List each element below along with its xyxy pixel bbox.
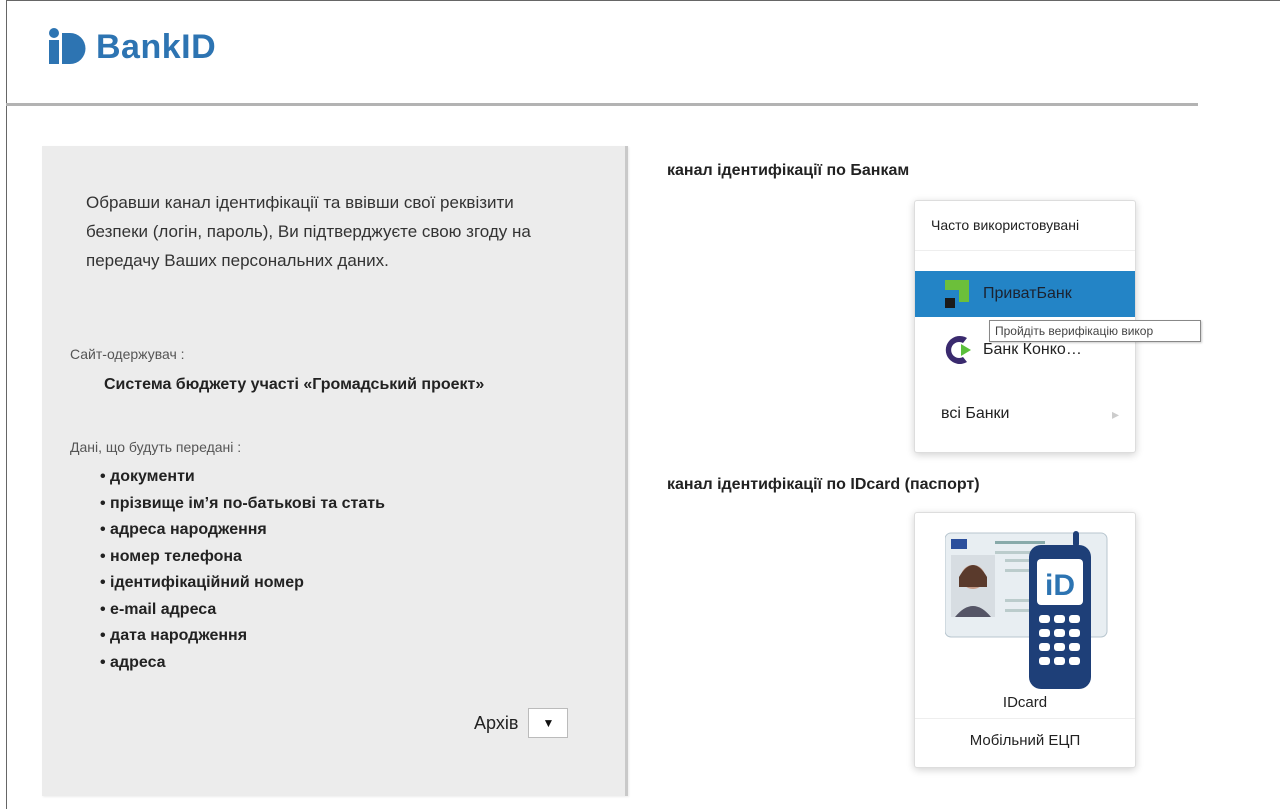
idcard-section-title: канал ідентифікації по IDcard (паспорт) bbox=[667, 476, 980, 493]
bankid-logo[interactable]: BankID bbox=[46, 27, 216, 67]
concord-bank-icon bbox=[945, 336, 971, 364]
idcard-label[interactable]: IDcard bbox=[915, 691, 1135, 719]
archive-dropdown-button[interactable]: ▼ bbox=[528, 708, 569, 738]
data-item-address: адреса bbox=[100, 650, 385, 677]
archive-label: Архів bbox=[474, 712, 519, 733]
idcard-card[interactable]: iD IDcard Мобільний ЕЦП bbox=[914, 512, 1136, 768]
all-banks-item[interactable]: всі Банки ▸ bbox=[915, 391, 1135, 437]
bank-item-privatbank[interactable]: ПриватБанк bbox=[915, 271, 1135, 317]
frequently-used-header: Часто використовувані bbox=[915, 201, 1135, 251]
chevron-right-icon: ▸ bbox=[1111, 405, 1119, 422]
data-item-email: e-mail адреса bbox=[100, 597, 385, 624]
bank-item-label: Банк Конко… bbox=[983, 341, 1082, 358]
logo-text: BankID bbox=[96, 27, 217, 66]
data-item-phone: номер телефона bbox=[100, 544, 385, 571]
data-item-documents: документи bbox=[100, 464, 385, 491]
data-label: Дані, що будуть передані : bbox=[70, 439, 242, 455]
banks-section-title: канал ідентифікації по Банкам bbox=[667, 162, 910, 179]
data-item-birth-date: дата народження bbox=[100, 623, 385, 650]
data-list: документи прізвище ім’я по-батькові та с… bbox=[100, 464, 385, 676]
consent-panel: Обравши канал ідентифікації та ввівши св… bbox=[42, 146, 628, 796]
privatbank-icon bbox=[945, 280, 969, 308]
idcard-phone-illustration: iD bbox=[945, 531, 1108, 689]
data-item-tax-id: ідентифікаційний номер bbox=[100, 570, 385, 597]
mobile-signature-label[interactable]: Мобільний ЕЦП bbox=[915, 723, 1135, 759]
header: BankID bbox=[6, 0, 1198, 106]
bankid-logo-icon bbox=[49, 28, 86, 64]
recipient-label: Сайт-одержувач : bbox=[70, 346, 185, 362]
consent-intro-text: Обравши канал ідентифікації та ввівши св… bbox=[86, 193, 531, 270]
recipient-name: Система бюджету участі «Громадський прое… bbox=[104, 376, 485, 393]
bank-item-label: ПриватБанк bbox=[983, 285, 1072, 302]
all-banks-label: всі Банки bbox=[941, 405, 1010, 422]
svg-text:iD: iD bbox=[1045, 569, 1075, 602]
data-item-name-sex: прізвище ім’я по-батькові та стать bbox=[100, 491, 385, 518]
archive-control: Архів ▼ bbox=[474, 708, 569, 738]
data-item-birth-address: адреса народження bbox=[100, 517, 385, 544]
bank-tooltip: Пройдіть верифікацію викор bbox=[989, 320, 1201, 342]
